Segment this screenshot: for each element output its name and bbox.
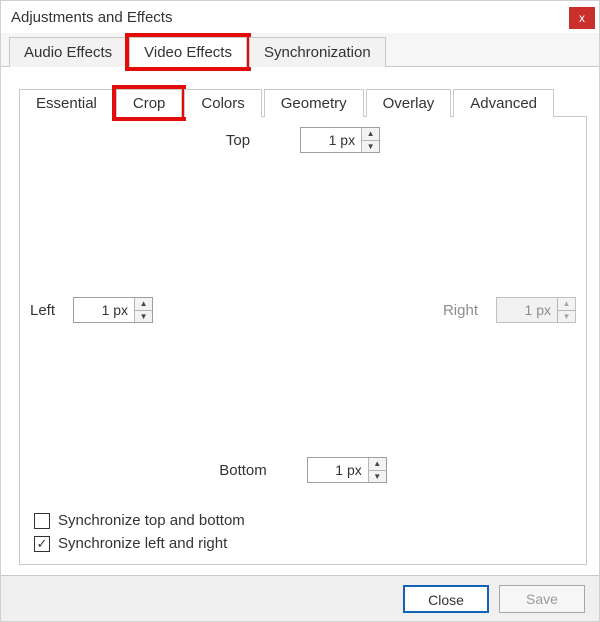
window-title: Adjustments and Effects	[11, 9, 172, 26]
spin-up-icon[interactable]: ▲	[369, 458, 386, 471]
sync-left-right-label: Synchronize left and right	[58, 535, 227, 552]
spin-down-icon[interactable]: ▼	[362, 141, 379, 153]
crop-panel: Top 1 px ▲ ▼ Left 1 px ▲ ▼	[19, 117, 587, 565]
crop-left-label: Left	[30, 302, 55, 319]
crop-mid-row: Left 1 px ▲ ▼ Right 1 px ▲	[30, 297, 576, 323]
crop-top-spinner[interactable]: 1 px ▲ ▼	[300, 127, 380, 153]
tab-audio-effects[interactable]: Audio Effects	[9, 37, 127, 67]
tab-geometry[interactable]: Geometry	[264, 89, 364, 117]
titlebar: Adjustments and Effects x	[1, 1, 599, 33]
crop-right-spinner: 1 px ▲ ▼	[496, 297, 576, 323]
crop-bottom-spin-buttons: ▲ ▼	[368, 458, 386, 482]
crop-bottom-spinner[interactable]: 1 px ▲ ▼	[307, 457, 387, 483]
spin-up-icon: ▲	[558, 298, 575, 311]
tab-synchronization[interactable]: Synchronization	[249, 37, 386, 67]
checkbox-checked-icon: ✓	[34, 536, 50, 552]
tab-advanced[interactable]: Advanced	[453, 89, 554, 117]
crop-top-label: Top	[226, 132, 250, 149]
crop-top-row: Top 1 px ▲ ▼	[20, 127, 586, 153]
sync-top-bottom-label: Synchronize top and bottom	[58, 512, 245, 529]
spin-down-icon[interactable]: ▼	[369, 471, 386, 483]
tab-video-effects[interactable]: Video Effects	[129, 37, 247, 67]
crop-left-value: 1 px	[74, 298, 134, 322]
tab-crop[interactable]: Crop	[116, 89, 183, 117]
crop-left-spin-buttons: ▲ ▼	[134, 298, 152, 322]
sync-left-right-checkbox[interactable]: ✓ Synchronize left and right	[34, 535, 245, 552]
tab-essential[interactable]: Essential	[19, 89, 114, 117]
spin-up-icon[interactable]: ▲	[362, 128, 379, 141]
close-button[interactable]: Close	[403, 585, 489, 613]
crop-top-value: 1 px	[301, 128, 361, 152]
secondary-tabs: Essential Crop Colors Geometry Overlay A…	[19, 85, 587, 117]
spin-down-icon[interactable]: ▼	[135, 311, 152, 323]
crop-bottom-label: Bottom	[219, 462, 267, 479]
tab-overlay[interactable]: Overlay	[366, 89, 452, 117]
close-icon: x	[579, 11, 585, 25]
spin-up-icon[interactable]: ▲	[135, 298, 152, 311]
crop-right-label: Right	[443, 302, 478, 319]
crop-left-spinner[interactable]: 1 px ▲ ▼	[73, 297, 153, 323]
tab-colors[interactable]: Colors	[184, 89, 261, 117]
crop-bottom-row: Bottom 1 px ▲ ▼	[20, 457, 586, 483]
crop-right-group: Right 1 px ▲ ▼	[443, 297, 576, 323]
close-window-button[interactable]: x	[569, 7, 595, 29]
crop-left-group: Left 1 px ▲ ▼	[30, 297, 153, 323]
secondary-tabs-container: Essential Crop Colors Geometry Overlay A…	[1, 67, 599, 565]
crop-top-spin-buttons: ▲ ▼	[361, 128, 379, 152]
primary-tabs: Audio Effects Video Effects Synchronizat…	[1, 33, 599, 67]
crop-right-spin-buttons: ▲ ▼	[557, 298, 575, 322]
dialog-footer: Close Save	[1, 575, 599, 621]
save-button: Save	[499, 585, 585, 613]
window: Adjustments and Effects x Audio Effects …	[0, 0, 600, 622]
spin-down-icon: ▼	[558, 311, 575, 323]
crop-right-value: 1 px	[497, 298, 557, 322]
sync-checkboxes: Synchronize top and bottom ✓ Synchronize…	[34, 506, 245, 552]
crop-bottom-value: 1 px	[308, 458, 368, 482]
sync-top-bottom-checkbox[interactable]: Synchronize top and bottom	[34, 512, 245, 529]
checkbox-icon	[34, 513, 50, 529]
